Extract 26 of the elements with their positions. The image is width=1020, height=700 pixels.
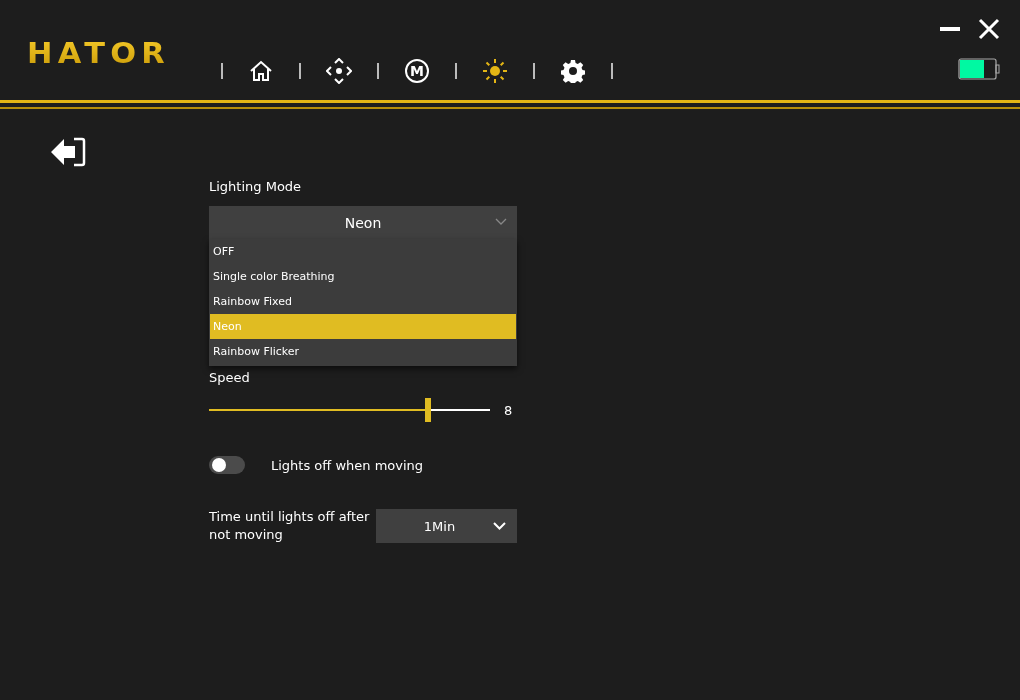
- toggle-label: Lights off when moving: [271, 457, 424, 473]
- home-icon: [249, 59, 273, 83]
- chevron-icon: [493, 522, 506, 530]
- dropdown-option[interactable]: Rainbow Fixed: [210, 289, 516, 314]
- toggle-switch[interactable]: [209, 456, 245, 474]
- mode-dropdown[interactable]: Neon: [209, 206, 517, 239]
- settings-icon: [561, 59, 585, 83]
- dropdown-option[interactable]: Single color Breathing: [210, 264, 516, 289]
- nav-tab[interactable]: M: [379, 56, 455, 86]
- minimize-icon: [940, 27, 960, 31]
- timeout-dropdown[interactable]: 1Min: [376, 509, 517, 543]
- back-button[interactable]: [50, 137, 86, 167]
- dropdown-option[interactable]: Rainbow Flicker: [210, 339, 516, 364]
- battery-icon: [958, 58, 1000, 80]
- slider-thumb[interactable]: [425, 398, 432, 422]
- macro-button-label: M: [405, 59, 429, 83]
- sun-icon: [483, 59, 507, 83]
- exit-icon: [50, 137, 86, 167]
- close-button[interactable]: [978, 18, 1000, 40]
- close-icon: [978, 18, 1000, 40]
- field-label: Lighting Mode: [209, 179, 303, 194]
- field-label: Speed: [209, 370, 251, 385]
- slider-value: 8: [504, 402, 513, 418]
- move-icon: [326, 58, 352, 84]
- field-label: Time until lights off after not moving: [209, 508, 370, 544]
- dropdown-option[interactable]: OFF: [210, 239, 516, 264]
